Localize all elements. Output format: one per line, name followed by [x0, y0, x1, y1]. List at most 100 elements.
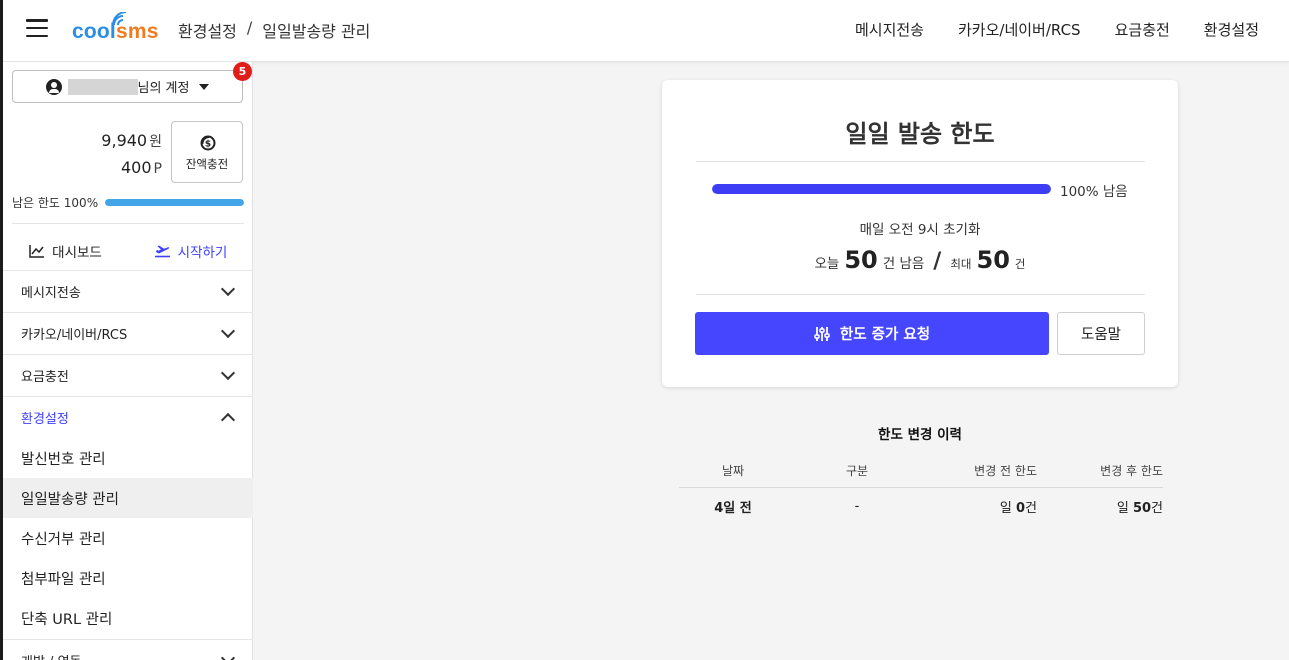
today-suffix: 건 남음 [882, 256, 925, 272]
getting-started-link[interactable]: 시작하기 [128, 234, 253, 268]
column-header-date: 날짜 [679, 454, 787, 488]
breadcrumb-separator: / [246, 18, 253, 37]
sidebar: 님의 계정 5 9,940 원 400 P $ 잔액충전 남은 한도 100% 대시… [3, 62, 253, 660]
sidebar-item-daily-send-limit[interactable]: 일일발송량 관리 [3, 478, 253, 518]
max-prefix: 최대 [950, 257, 972, 271]
sidebar-item-short-url[interactable]: 단축 URL 관리 [3, 598, 253, 638]
quick-links: 대시보드 시작하기 [3, 234, 253, 268]
charge-label: 잔액충전 [185, 156, 229, 171]
history-before: 일 0건 [927, 487, 1037, 525]
breadcrumb: 환경설정 / 일일발송량 관리 [178, 18, 370, 42]
request-button-label: 한도 증가 요청 [839, 327, 931, 343]
daily-limit-progress-bar [712, 184, 1051, 194]
balance-won-row: 9,940 원 [101, 128, 162, 155]
divider [696, 294, 1145, 295]
top-header: coolsms 환경설정 / 일일발송량 관리 메시지전송 카카오/네이버/RC… [0, 0, 1289, 62]
limit-history-table: 날짜 구분 변경 전 한도 변경 후 한도 4일 전 - 일 0건 일 50건 [679, 454, 1163, 525]
sidebar-item-opt-out[interactable]: 수신거부 관리 [3, 518, 253, 558]
after-prefix: 일 [1116, 500, 1129, 516]
getting-started-label: 시작하기 [177, 245, 228, 261]
menu-section-charge[interactable]: 요금충전 [3, 354, 253, 396]
breadcrumb-item[interactable]: 환경설정 [178, 18, 237, 42]
balance-won: 9,940 [101, 131, 148, 150]
won-unit: 원 [149, 134, 162, 150]
menu-section-settings[interactable]: 환경설정 [3, 396, 253, 438]
table-row: 4일 전 - 일 0건 일 50건 [679, 487, 1163, 525]
divider [696, 161, 1145, 162]
menu-section-label: 환경설정 [21, 412, 69, 427]
menu-section-kakao-naver-rcs[interactable]: 카카오/네이버/RCS [3, 312, 253, 354]
request-limit-increase-button[interactable]: 한도 증가 요청 [695, 312, 1049, 355]
page-title: 일일 발송 한도 [845, 120, 995, 148]
before-value: 0 [1015, 500, 1026, 516]
remaining-count: 오늘 50 건 남음 / 최대 50 건 [662, 246, 1178, 274]
today-prefix: 오늘 [814, 256, 840, 272]
nav-settings[interactable]: 환경설정 [1204, 19, 1259, 40]
nav-kakao-naver-rcs[interactable]: 카카오/네이버/RCS [958, 19, 1081, 40]
menu-icon[interactable] [26, 19, 48, 37]
remaining-limit-bar [105, 199, 244, 206]
point-unit: P [153, 161, 162, 177]
column-header-type: 구분 [787, 454, 927, 488]
before-prefix: 일 [999, 500, 1012, 516]
column-header-after: 변경 후 한도 [1037, 454, 1163, 488]
dashboard-link[interactable]: 대시보드 [3, 234, 128, 268]
account-label: 님의 계정 [137, 81, 190, 96]
account-dropdown[interactable]: 님의 계정 [12, 70, 243, 103]
balance-summary: 9,940 원 400 P [101, 128, 162, 182]
sidebar-item-attachments[interactable]: 첨부파일 관리 [3, 558, 253, 598]
limit-history-title: 한도 변경 이력 [878, 427, 962, 443]
chevron-down-icon [220, 365, 236, 381]
line-chart-icon [29, 245, 45, 258]
svg-text:$: $ [205, 139, 211, 149]
charge-balance-button[interactable]: $ 잔액충전 [171, 121, 243, 183]
breadcrumb-current: 일일발송량 관리 [262, 22, 371, 41]
after-unit: 건 [1151, 500, 1163, 516]
remaining-limit-label: 남은 한도 100% [12, 196, 99, 210]
top-nav: 메시지전송 카카오/네이버/RCS 요금충전 환경설정 [855, 19, 1259, 40]
menu-section-label: 카카오/네이버/RCS [21, 328, 128, 343]
masked-username [67, 78, 138, 95]
max-value: 50 [976, 246, 1010, 274]
menu-section-label: 메시지전송 [21, 286, 81, 301]
coins-icon: $ [200, 135, 216, 150]
column-header-before: 변경 전 한도 [927, 454, 1037, 488]
separator: / [933, 249, 942, 274]
divider [12, 223, 244, 224]
account-circle-icon [45, 78, 62, 95]
menu-section-label: 개발 / 연동 [21, 651, 82, 660]
menu-section-message-send[interactable]: 메시지전송 [3, 270, 253, 312]
history-type: - [854, 498, 860, 514]
history-date: 4일 전 [714, 500, 752, 516]
help-button[interactable]: 도움말 [1057, 312, 1145, 355]
airplane-takeoff-icon [154, 245, 170, 258]
progress-fill [712, 184, 1051, 194]
history-after: 일 50건 [1037, 487, 1163, 525]
menu-section-development[interactable]: 개발 / 연동 [3, 639, 253, 660]
coolsms-logo[interactable]: coolsms [72, 12, 164, 46]
caret-down-icon [199, 83, 210, 90]
chevron-down-icon [220, 650, 236, 660]
menu-section-label: 요금충전 [21, 370, 69, 385]
max-suffix: 건 [1014, 257, 1026, 271]
remaining-limit: 남은 한도 100% [12, 194, 244, 211]
after-value: 50 [1132, 500, 1152, 516]
balance-point-row: 400 P [101, 155, 162, 182]
nav-charge[interactable]: 요금충전 [1115, 19, 1170, 40]
daily-limit-card: 일일 발송 한도 100% 남음 매일 오전 9시 초기화 오늘 50 건 남음… [662, 80, 1178, 387]
chevron-down-icon [220, 281, 236, 297]
chevron-down-icon [220, 323, 236, 339]
sliders-icon [814, 326, 830, 341]
today-remaining-value: 50 [844, 246, 878, 274]
notification-badge[interactable]: 5 [233, 62, 252, 81]
chevron-up-icon [220, 412, 236, 428]
nav-message-send[interactable]: 메시지전송 [855, 19, 924, 40]
sidebar-item-sender-number[interactable]: 발신번호 관리 [3, 438, 253, 478]
dashboard-label: 대시보드 [52, 245, 102, 261]
progress-label: 100% 남음 [1060, 184, 1128, 200]
balance-point: 400 [121, 158, 152, 177]
window-edge [0, 0, 3, 660]
reset-schedule-text: 매일 오전 9시 초기화 [859, 222, 981, 238]
table-header-row: 날짜 구분 변경 전 한도 변경 후 한도 [679, 454, 1163, 488]
before-unit: 건 [1025, 500, 1037, 516]
